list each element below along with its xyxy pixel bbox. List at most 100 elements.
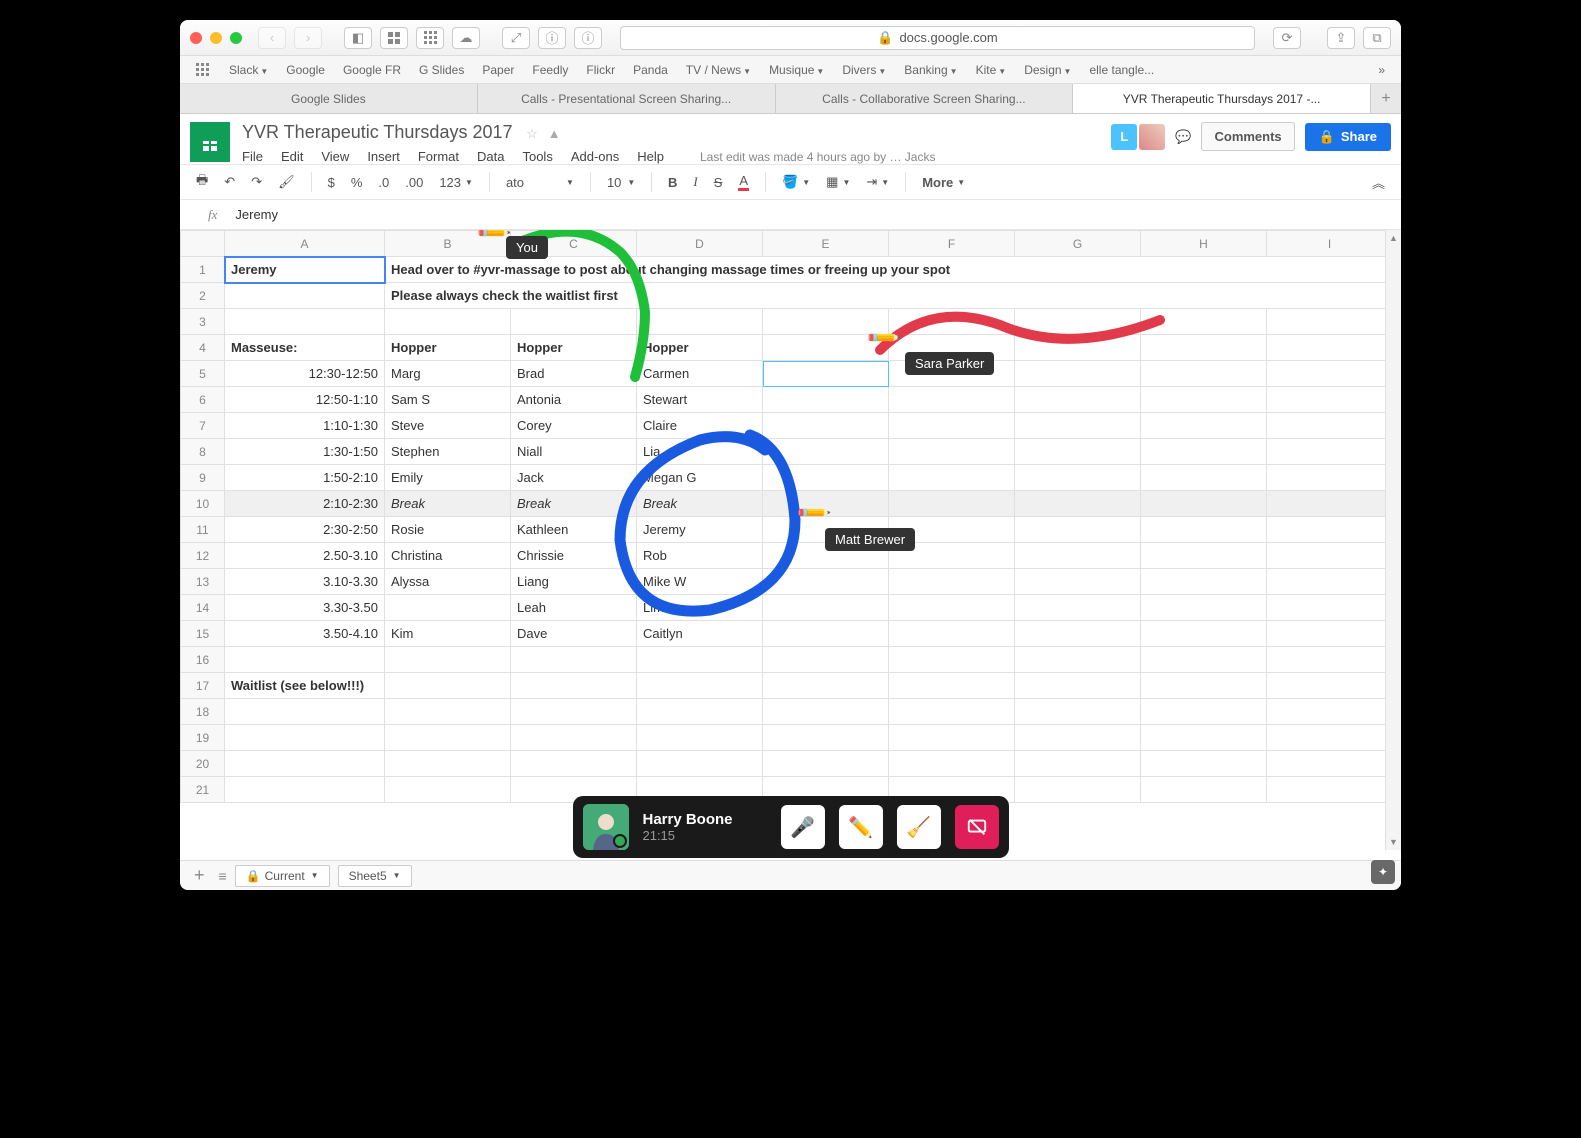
cell[interactable] <box>385 699 511 725</box>
cell[interactable] <box>889 725 1015 751</box>
cell[interactable]: Waitlist (see below!!!) <box>225 673 385 699</box>
cell[interactable]: Megan G <box>637 465 763 491</box>
font-select[interactable]: ato▼ <box>500 172 580 193</box>
cell[interactable] <box>511 673 637 699</box>
print-button[interactable]: 🖶 <box>190 168 214 196</box>
sheets-logo-icon[interactable] <box>190 122 230 162</box>
cell[interactable] <box>1015 413 1141 439</box>
close-window-button[interactable] <box>190 32 202 44</box>
cell[interactable] <box>1015 439 1141 465</box>
cell[interactable] <box>889 699 1015 725</box>
more-button[interactable]: More ▼ <box>916 172 971 193</box>
row-header[interactable]: 19 <box>181 725 225 751</box>
cell[interactable] <box>763 621 889 647</box>
cell[interactable] <box>225 309 385 335</box>
cell[interactable] <box>1015 335 1141 361</box>
cell[interactable] <box>511 751 637 777</box>
cell[interactable] <box>889 465 1015 491</box>
cell[interactable] <box>1267 725 1393 751</box>
cell[interactable] <box>763 699 889 725</box>
apps-icon[interactable] <box>188 61 217 78</box>
cell[interactable] <box>889 621 1015 647</box>
paint-format-button[interactable]: 🖌 <box>272 171 301 193</box>
row-header[interactable]: 20 <box>181 751 225 777</box>
cell[interactable] <box>225 777 385 803</box>
row-header[interactable]: 15 <box>181 621 225 647</box>
drive-folder-icon[interactable]: ▲ <box>548 126 561 142</box>
cell[interactable]: Dave <box>511 621 637 647</box>
cell[interactable] <box>1141 491 1267 517</box>
cell[interactable] <box>763 439 889 465</box>
cell[interactable] <box>1015 309 1141 335</box>
cell[interactable] <box>1267 413 1393 439</box>
cell[interactable]: Mike W <box>637 569 763 595</box>
cell[interactable]: Caitlyn <box>637 621 763 647</box>
add-sheet-button[interactable]: + <box>188 865 211 886</box>
cell[interactable] <box>763 387 889 413</box>
browser-tab[interactable]: YVR Therapeutic Thursdays 2017 -... <box>1073 84 1371 113</box>
cell[interactable] <box>1015 387 1141 413</box>
cell[interactable]: Stephen <box>385 439 511 465</box>
cell[interactable] <box>889 413 1015 439</box>
cell[interactable] <box>889 751 1015 777</box>
cell[interactable] <box>511 699 637 725</box>
cell[interactable] <box>385 673 511 699</box>
cell[interactable]: Sam S <box>385 387 511 413</box>
cell[interactable] <box>1141 699 1267 725</box>
vertical-scrollbar[interactable]: ▲▼ <box>1385 230 1401 850</box>
menu-item[interactable]: Tools <box>522 149 552 164</box>
column-header[interactable]: D <box>637 231 763 257</box>
cell[interactable]: 3.10-3.30 <box>225 569 385 595</box>
cell[interactable]: Emily <box>385 465 511 491</box>
menu-item[interactable]: Format <box>418 149 459 164</box>
cell[interactable] <box>1267 387 1393 413</box>
row-header[interactable]: 12 <box>181 543 225 569</box>
cell[interactable]: Break <box>385 491 511 517</box>
cell[interactable]: 12:50-1:10 <box>225 387 385 413</box>
cell[interactable]: Break <box>511 491 637 517</box>
bookmark-item[interactable]: Feedly <box>524 61 576 79</box>
cell[interactable]: 12:30-12:50 <box>225 361 385 387</box>
cell[interactable] <box>1015 777 1141 803</box>
cell[interactable] <box>1015 465 1141 491</box>
cell[interactable]: 2:10-2:30 <box>225 491 385 517</box>
zoom-window-button[interactable] <box>230 32 242 44</box>
column-header[interactable]: H <box>1141 231 1267 257</box>
bookmark-item[interactable]: G Slides <box>411 61 472 79</box>
bookmark-item[interactable]: Google FR <box>335 61 409 79</box>
row-header[interactable]: 5 <box>181 361 225 387</box>
cell[interactable]: Corey <box>511 413 637 439</box>
cell[interactable]: Leah <box>511 595 637 621</box>
cell[interactable] <box>1141 387 1267 413</box>
cell[interactable]: Rob <box>637 543 763 569</box>
cell[interactable] <box>889 595 1015 621</box>
cell[interactable] <box>1141 569 1267 595</box>
cell[interactable] <box>763 673 889 699</box>
bookmark-item[interactable]: Panda <box>625 61 676 79</box>
stop-draw-button[interactable]: 🧹 <box>897 805 941 849</box>
cell[interactable] <box>763 725 889 751</box>
merge-button[interactable]: ⇥▼ <box>860 171 895 193</box>
row-header[interactable]: 4 <box>181 335 225 361</box>
cell[interactable] <box>1141 309 1267 335</box>
cell[interactable]: 3.50-4.10 <box>225 621 385 647</box>
cell[interactable]: 2.50-3.10 <box>225 543 385 569</box>
cell[interactable] <box>637 725 763 751</box>
bookmark-item[interactable]: Musique▼ <box>761 61 832 79</box>
cell[interactable] <box>1015 751 1141 777</box>
apps-button[interactable] <box>416 27 444 49</box>
cell[interactable] <box>1141 621 1267 647</box>
tabs-button[interactable]: ⧉ <box>1363 27 1391 49</box>
cell[interactable] <box>385 725 511 751</box>
cell[interactable] <box>637 309 763 335</box>
cell[interactable]: Christina <box>385 543 511 569</box>
mute-button[interactable]: 🎤 <box>781 805 825 849</box>
cell[interactable] <box>889 439 1015 465</box>
cell[interactable]: Stewart <box>637 387 763 413</box>
dec-increase-button[interactable]: .00 <box>399 172 429 193</box>
cell[interactable]: Jeremy <box>225 257 385 283</box>
cell[interactable] <box>511 725 637 751</box>
bookmark-item[interactable]: TV / News▼ <box>678 61 759 79</box>
cell[interactable] <box>1267 699 1393 725</box>
cell[interactable] <box>889 491 1015 517</box>
